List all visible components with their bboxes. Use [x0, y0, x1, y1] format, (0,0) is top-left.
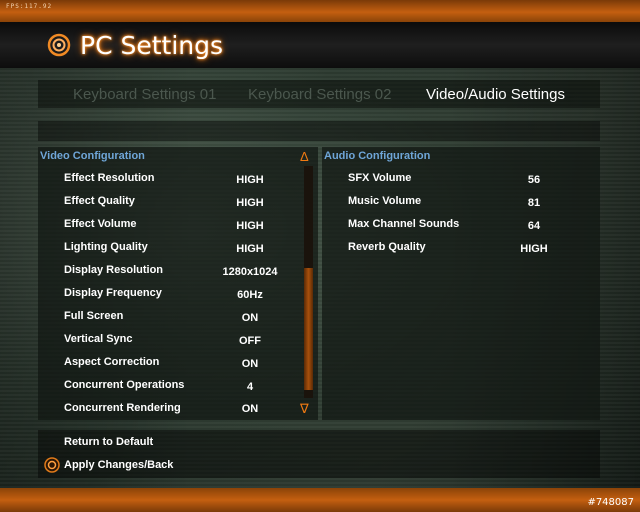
tab-keyboard-settings-02[interactable]: Keyboard Settings 02 — [248, 86, 391, 103]
video-row-label[interactable]: Full Screen — [64, 310, 123, 322]
video-row-value[interactable]: 60Hz — [215, 289, 285, 301]
audio-row-label[interactable]: SFX Volume — [348, 172, 411, 184]
video-row-label[interactable]: Vertical Sync — [64, 333, 133, 345]
video-row-value[interactable]: HIGH — [215, 243, 285, 255]
apply-changes-back-button[interactable]: Apply Changes/Back — [64, 459, 173, 471]
gear-ring-icon — [47, 33, 71, 57]
watermark-id: #748087 — [587, 497, 634, 508]
video-row-value[interactable]: 4 — [215, 381, 285, 393]
video-row-value[interactable]: HIGH — [215, 174, 285, 186]
video-row-value[interactable]: ON — [215, 312, 285, 324]
video-row-value[interactable]: HIGH — [215, 220, 285, 232]
confirm-button-icon — [44, 457, 60, 473]
video-row-value[interactable]: HIGH — [215, 197, 285, 209]
audio-row-value[interactable]: 64 — [499, 220, 569, 232]
scrollbar-thumb[interactable] — [304, 268, 313, 390]
video-row-value[interactable]: ON — [215, 358, 285, 370]
bottom-orange-bar — [0, 488, 640, 512]
video-row-label[interactable]: Aspect Correction — [64, 356, 159, 368]
video-row-label[interactable]: Display Resolution — [64, 264, 163, 276]
video-row-label[interactable]: Effect Resolution — [64, 172, 154, 184]
tab-video-audio-settings[interactable]: Video/Audio Settings — [426, 86, 565, 103]
audio-row-value[interactable]: 81 — [499, 197, 569, 209]
top-orange-bar — [0, 0, 640, 22]
video-row-label[interactable]: Lighting Quality — [64, 241, 148, 253]
video-row-value[interactable]: ON — [215, 403, 285, 415]
page-title: PC Settings — [80, 31, 224, 60]
sub-header-bar — [38, 121, 600, 141]
video-row-label[interactable]: Concurrent Operations — [64, 379, 184, 391]
audio-row-label[interactable]: Reverb Quality — [348, 241, 426, 253]
video-row-value[interactable]: OFF — [215, 335, 285, 347]
video-row-label[interactable]: Concurrent Rendering — [64, 402, 181, 414]
scroll-up-arrow-icon[interactable]: Δ — [300, 150, 309, 164]
video-row-value[interactable]: 1280x1024 — [215, 266, 285, 278]
scroll-down-arrow-icon[interactable]: ∇ — [300, 402, 309, 416]
video-row-label[interactable]: Effect Volume — [64, 218, 137, 230]
audio-row-label[interactable]: Max Channel Sounds — [348, 218, 459, 230]
video-config-title: Video Configuration — [40, 150, 145, 162]
audio-row-value[interactable]: 56 — [499, 174, 569, 186]
video-row-label[interactable]: Effect Quality — [64, 195, 135, 207]
video-row-label[interactable]: Display Frequency — [64, 287, 162, 299]
audio-row-label[interactable]: Music Volume — [348, 195, 421, 207]
audio-config-title: Audio Configuration — [324, 150, 431, 162]
fps-counter: FPS:117.92 — [6, 3, 53, 10]
tab-keyboard-settings-01[interactable]: Keyboard Settings 01 — [73, 86, 216, 103]
audio-config-panel — [322, 147, 600, 420]
audio-row-value[interactable]: HIGH — [499, 243, 569, 255]
return-to-default-button[interactable]: Return to Default — [64, 436, 153, 448]
